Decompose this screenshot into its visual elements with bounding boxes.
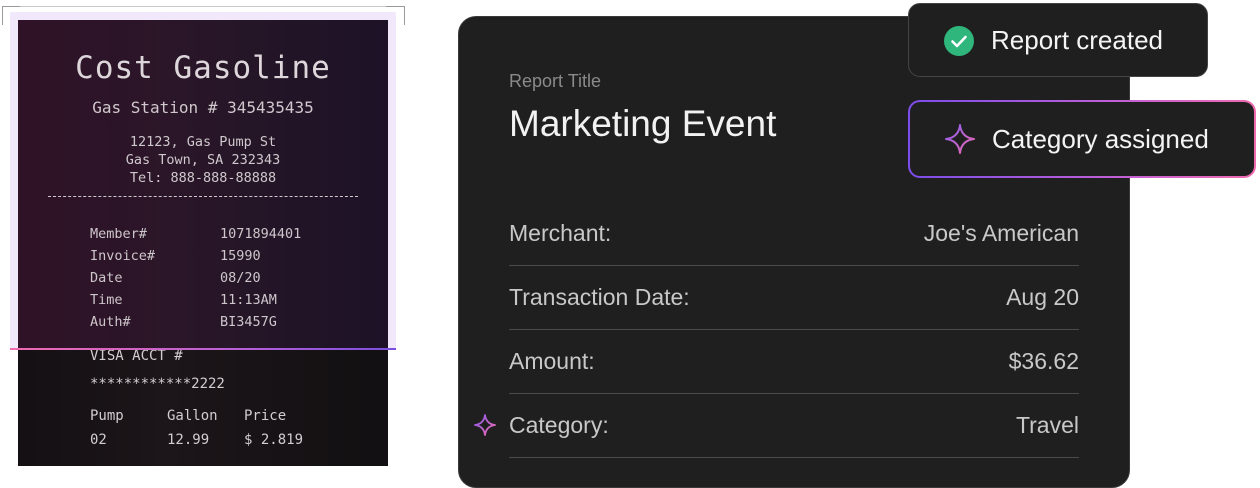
receipt-pump-value: 02 [90,432,107,448]
report-row-category[interactable]: Category: Travel [474,393,1079,458]
report-row-transaction-date[interactable]: Transaction Date: Aug 20 [509,265,1079,330]
row-value: Aug 20 [1006,284,1079,310]
report-title-label: Report Title [509,71,602,91]
receipt-field-value: 11:13AM [220,292,277,308]
receipt-field-key: Member# [90,226,147,242]
receipt-address-line: Tel: 888-888-88888 [129,170,277,186]
sparkle-icon [474,414,496,436]
scan-frame-top [20,6,386,7]
receipt-gallon-header: Gallon [167,408,218,424]
row-label: Amount: [509,348,595,374]
receipt-field-key: Auth# [90,314,131,330]
receipt-visa-number: ************2222 [90,376,225,392]
row-label: Category: [509,412,609,438]
report-card: Report Title Marketing Event Merchant: J… [458,16,1130,488]
toast-label: Category assigned [992,124,1209,154]
row-label: Merchant: [509,220,612,246]
report-row-amount[interactable]: Amount: $36.62 [509,329,1079,394]
receipt-field-value: 08/20 [220,270,261,286]
receipt-image: Cost Gasoline Gas Station # 345435435 12… [18,20,388,466]
row-value: Joe's American [923,220,1079,246]
receipt-price-value: $ 2.819 [244,432,304,448]
toast-report-created: Report created [908,3,1208,77]
toast-category-assigned: Category assigned [908,100,1256,178]
receipt-station: Gas Station # 345435435 [92,98,314,117]
receipt-price-header: Price [244,408,287,424]
receipt-field-key: Invoice# [90,248,156,264]
row-value: Travel [1015,412,1079,438]
scan-progress-line [10,348,396,350]
receipt-field-key: Time [90,292,123,308]
receipt-field-key: Date [90,270,123,286]
receipt-divider [48,196,358,197]
receipt-address-line: 12123, Gas Pump St [129,134,277,150]
receipt-visa-label: VISA ACCT # [90,348,183,364]
receipt-gallon-value: 12.99 [167,432,210,448]
row-label: Transaction Date: [509,284,690,310]
receipt-title: Cost Gasoline [75,50,331,86]
receipt-field-value: BI3457G [220,314,277,330]
receipt-field-value: 1071894401 [220,226,302,242]
row-value: $36.62 [1008,348,1079,374]
check-circle-icon [944,26,974,56]
receipt-field-value: 15990 [220,248,261,264]
report-row-merchant[interactable]: Merchant: Joe's American [509,201,1079,266]
receipt-address-line: Gas Town, SA 232343 [125,152,281,168]
toast-label: Report created [991,25,1163,55]
sparkle-icon [945,124,975,154]
receipt-pump-header: Pump [90,408,124,424]
report-title[interactable]: Marketing Event [509,103,776,145]
